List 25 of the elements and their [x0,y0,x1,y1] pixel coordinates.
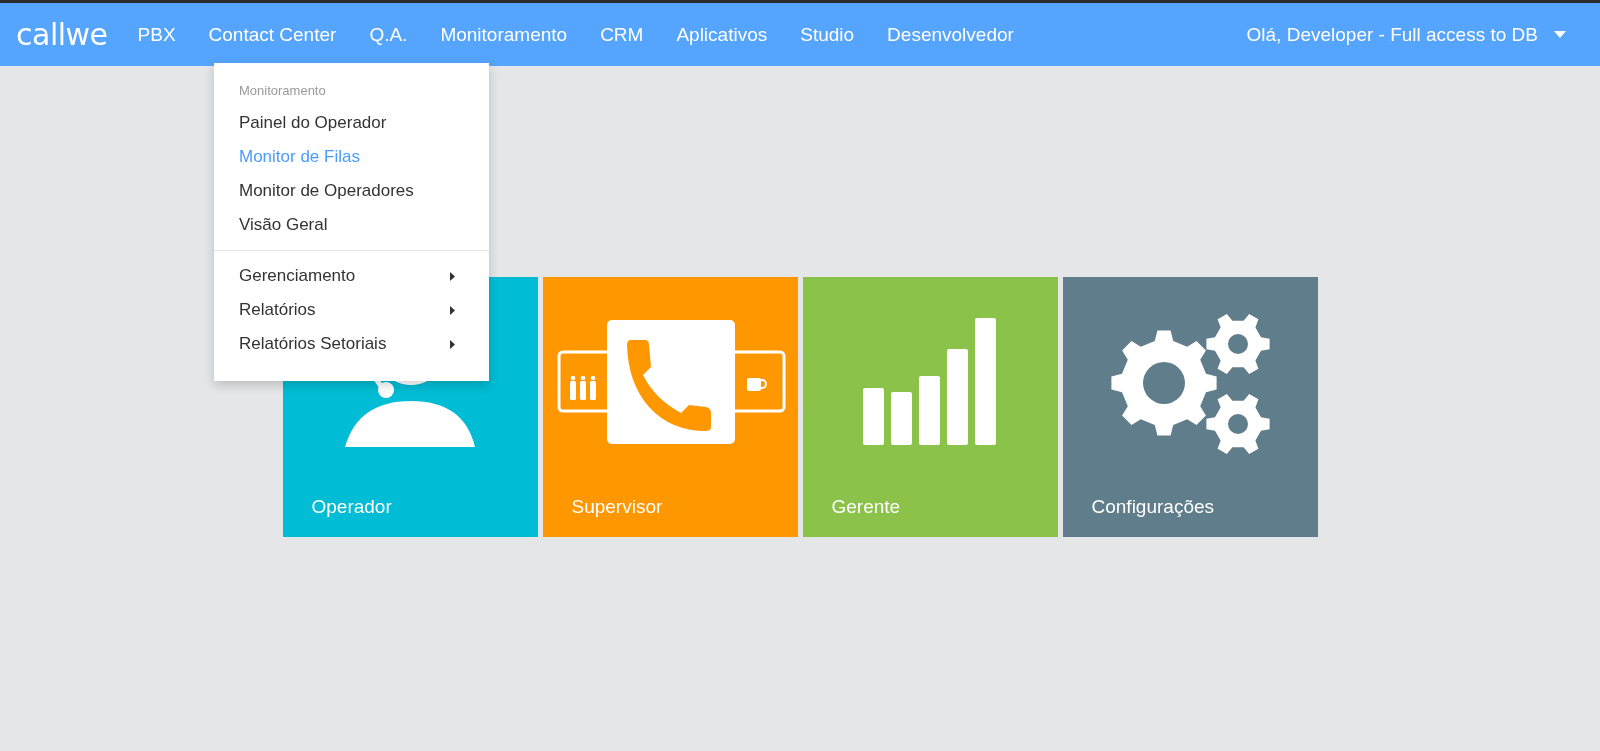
module-tile[interactable]: Configurações [1062,277,1318,537]
menu-item[interactable]: Visão Geral [214,208,489,242]
phone-panel-icon [557,320,785,444]
nav-item[interactable]: Studio [792,17,863,52]
nav-item[interactable]: Monitoramento [432,17,576,52]
gears-icon [1110,314,1270,454]
nav-item[interactable]: CRM [592,17,652,52]
logo[interactable]: callwe [16,17,108,52]
module-tile[interactable]: Supervisor [542,277,798,537]
menu-item[interactable]: Monitor de Filas [214,140,489,174]
user-menu[interactable]: Olá, Developer - Full access to DB [1242,17,1570,52]
nav-item[interactable]: Desenvolvedor [879,17,1022,52]
submenu-caret-icon [450,305,455,315]
bar-chart-icon [862,318,996,445]
submenu-caret-icon [450,339,455,349]
module-tile[interactable]: Gerente [802,277,1058,537]
menu-section-header: Monitoramento [238,82,327,100]
nav-item[interactable]: PBX [129,17,184,52]
submenu-caret-icon [450,271,455,281]
menu-item[interactable]: Monitor de Operadores [214,174,489,208]
caret-icon [1554,31,1566,38]
nav-item[interactable]: Contact Center [200,17,345,52]
nav-item[interactable]: Q.A. [361,17,416,52]
menu-item[interactable]: Painel do Operador [214,106,489,140]
nav-item[interactable]: Aplicativos [668,17,776,52]
